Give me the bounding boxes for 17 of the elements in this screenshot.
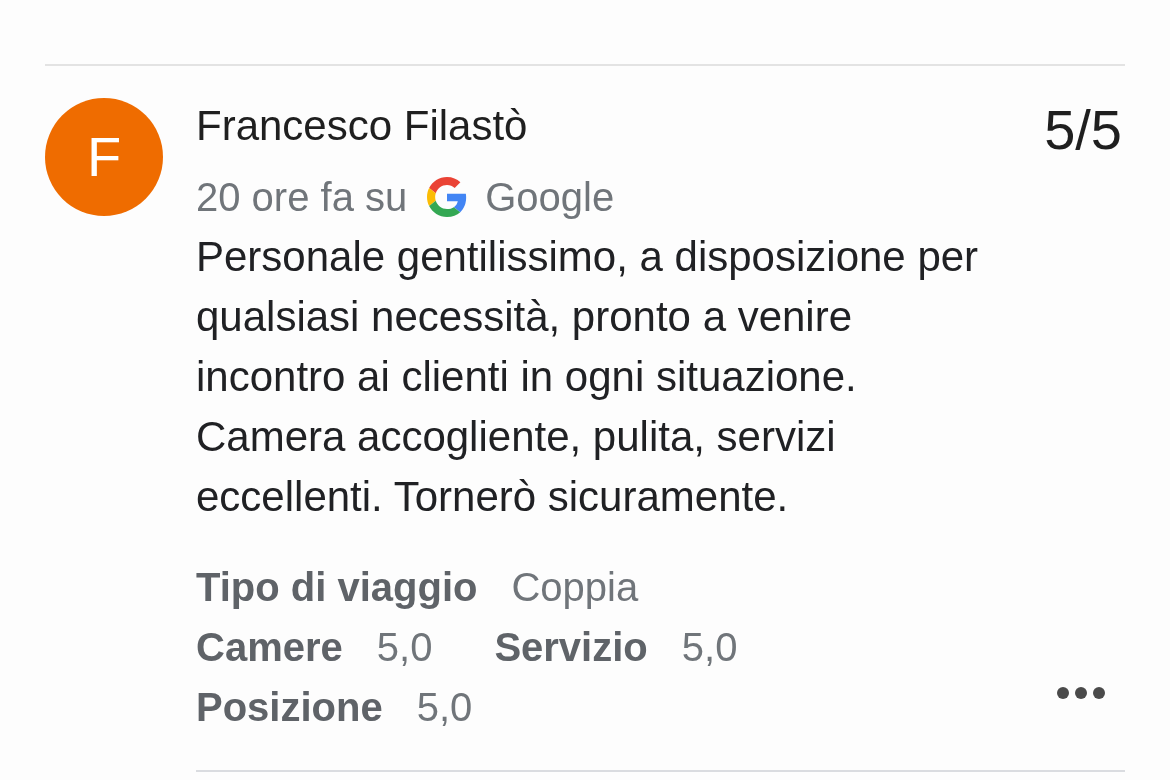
rating-score: 5/5: [1044, 100, 1122, 160]
source-name: Google: [485, 174, 615, 221]
detail-value: 5,0: [681, 624, 738, 671]
review-text: Personale gentilissimo, a disposizione per qualsiasi necessità, pronto a venire incontro ai clienti in ogni situazione. Camera accogliente, pulita, servizi eccellenti. Tornerò sicuramente.: [196, 232, 980, 522]
detail-value: 5,0: [376, 624, 433, 671]
detail-label: Camere: [196, 624, 343, 671]
detail-label: Tipo di viaggio: [196, 564, 478, 611]
more-horizontal-icon: [1057, 687, 1105, 699]
detail-value: 5,0: [416, 684, 473, 731]
avatar: F: [45, 98, 163, 216]
g-logo-icon: [427, 177, 468, 217]
reviewer-name: Francesco Filastò: [196, 101, 528, 151]
detail-label: Servizio: [494, 624, 648, 671]
more-options-button[interactable]: [1057, 687, 1105, 699]
detail-value: Coppia: [511, 564, 639, 611]
detail-label: Posizione: [196, 684, 383, 731]
review-time: 20 ore fa su: [196, 174, 408, 221]
